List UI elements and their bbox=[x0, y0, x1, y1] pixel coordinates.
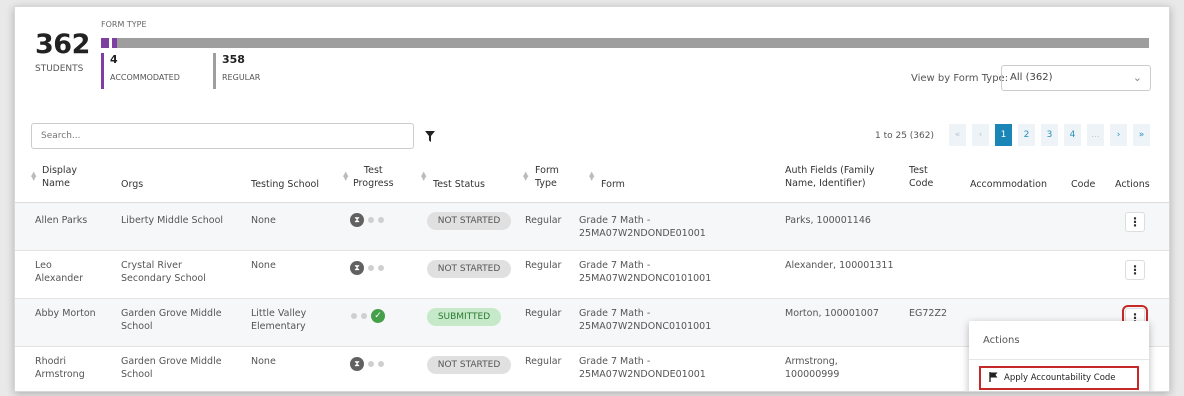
students-card: 362 STUDENTS FORM TYPE 4 ACCOMMODATED 35… bbox=[14, 6, 1170, 392]
cell-orgs: Liberty Middle School bbox=[121, 215, 224, 226]
col-auth-fields[interactable]: Auth Fields (Family Name, Identifier) bbox=[785, 164, 874, 190]
actions-menu-title: Actions bbox=[983, 335, 1020, 346]
cell-display-name: Allen Parks bbox=[35, 215, 88, 226]
col-actions: Actions bbox=[1115, 179, 1150, 190]
cell-auth-fields: Armstrong, 100000999 bbox=[785, 356, 840, 380]
cell-display-name: Abby Morton bbox=[35, 308, 96, 319]
col-test-code[interactable]: Test Code bbox=[909, 164, 933, 190]
cell-form-type: Regular bbox=[525, 260, 562, 271]
cell-form-type: Regular bbox=[525, 215, 562, 226]
cell-auth-fields: Parks, 100001146 bbox=[785, 215, 871, 226]
form-type-bar bbox=[101, 38, 1149, 48]
cell-testing-school: None bbox=[251, 260, 276, 271]
hourglass-icon: ⧗ bbox=[350, 213, 364, 227]
regular-stat: 358 REGULAR bbox=[213, 53, 260, 89]
progress-dot bbox=[378, 361, 384, 367]
cell-form-type: Regular bbox=[525, 356, 562, 367]
search-input[interactable] bbox=[31, 123, 414, 149]
cell-testing-school: None bbox=[251, 356, 276, 367]
sort-icon[interactable]: ▲ ▼ bbox=[589, 171, 594, 182]
results-range: 1 to 25 (362) bbox=[875, 131, 934, 141]
progress-dot bbox=[378, 265, 384, 271]
hourglass-icon: ⧗ bbox=[350, 357, 364, 371]
col-orgs[interactable]: Orgs bbox=[121, 178, 143, 191]
cell-display-name: Leo Alexander bbox=[35, 260, 84, 284]
cell-testing-school: Little Valley Elementary bbox=[251, 308, 307, 332]
pagination-ellipsis: ... bbox=[1087, 124, 1104, 146]
col-accommodation[interactable]: Accommodation bbox=[970, 178, 1047, 191]
cell-orgs: Garden Grove Middle School bbox=[121, 356, 222, 380]
sort-icon[interactable]: ▲ ▼ bbox=[31, 171, 36, 182]
cell-form: Grade 7 Math -25MA07W2NDONDE01001 bbox=[579, 356, 706, 380]
accommodated-count: 4 bbox=[110, 53, 118, 66]
apply-accountability-code-label: Apply Accountability Code bbox=[1004, 373, 1116, 383]
cell-form: Grade 7 Math -25MA07W2NDONDE01001 bbox=[579, 215, 706, 239]
check-icon: ✓ bbox=[371, 309, 385, 323]
col-testing-school[interactable]: Testing School bbox=[251, 178, 319, 191]
page-button-2[interactable]: 2 bbox=[1018, 124, 1035, 146]
progress-dot bbox=[361, 313, 367, 319]
progress-dot bbox=[368, 217, 374, 223]
filter-icon[interactable] bbox=[415, 123, 445, 149]
pagination: « ‹ 1 2 3 4 ... › » bbox=[949, 124, 1150, 146]
form-type-select-value: All (362) bbox=[1010, 72, 1053, 83]
actions-menu: Actions Apply Accountability Code bbox=[969, 321, 1149, 391]
students-label: STUDENTS bbox=[35, 64, 84, 74]
table-header: ▲ ▼ Display Name Orgs Testing School ▲ ▼ Te… bbox=[15, 153, 1169, 203]
progress-dot bbox=[351, 313, 357, 319]
sort-icon[interactable]: ▲ ▼ bbox=[343, 171, 348, 182]
chevron-down-icon: ⌄ bbox=[1132, 71, 1142, 84]
form-type-label: FORM TYPE bbox=[101, 20, 147, 29]
form-type-bar-divider bbox=[109, 38, 112, 48]
flag-icon bbox=[989, 371, 998, 385]
cell-auth-fields: Morton, 100001007 bbox=[785, 308, 879, 319]
col-display-name[interactable]: Display Name bbox=[42, 164, 77, 190]
first-page-button[interactable]: « bbox=[949, 124, 966, 146]
cell-orgs: Garden Grove Middle School bbox=[121, 308, 222, 332]
table-row[interactable]: Leo Alexander Crystal River Secondary Scho… bbox=[15, 251, 1169, 299]
students-total: 362 bbox=[35, 29, 90, 60]
row-actions-button[interactable]: ⋮ bbox=[1125, 260, 1145, 280]
status-badge: NOT STARTED bbox=[427, 356, 511, 374]
last-page-button[interactable]: » bbox=[1133, 124, 1150, 146]
sort-icon[interactable]: ▲ ▼ bbox=[523, 171, 528, 182]
accommodated-stat: 4 ACCOMMODATED bbox=[101, 53, 180, 89]
cell-test-code: EG72Z2 bbox=[909, 308, 948, 319]
prev-page-button[interactable]: ‹ bbox=[972, 124, 989, 146]
cell-form: Grade 7 Math -25MA07W2NDONC0101001 bbox=[579, 260, 712, 284]
hourglass-icon: ⧗ bbox=[350, 261, 364, 275]
cell-testing-school: None bbox=[251, 215, 276, 226]
page-button-1[interactable]: 1 bbox=[995, 124, 1012, 146]
cell-auth-fields: Alexander, 100001311 bbox=[785, 260, 894, 271]
menu-divider bbox=[969, 359, 1149, 360]
cell-form-type: Regular bbox=[525, 308, 562, 319]
progress-dot bbox=[378, 217, 384, 223]
apply-accountability-code-menu-item[interactable]: Apply Accountability Code bbox=[979, 366, 1139, 390]
progress-dot bbox=[368, 361, 374, 367]
sort-icon[interactable]: ▲ ▼ bbox=[421, 171, 426, 182]
regular-label: REGULAR bbox=[222, 73, 261, 82]
cell-form: Grade 7 Math -25MA07W2NDONC0101001 bbox=[579, 308, 712, 332]
accommodated-label: ACCOMMODATED bbox=[110, 73, 180, 82]
row-actions-button[interactable]: ⋮ bbox=[1125, 212, 1145, 232]
page-button-3[interactable]: 3 bbox=[1041, 124, 1058, 146]
regular-count: 358 bbox=[222, 53, 245, 66]
col-test-status[interactable]: Test Status bbox=[433, 178, 485, 191]
col-test-progress[interactable]: Test Progress bbox=[353, 164, 394, 190]
view-by-label: View by Form Type: bbox=[911, 73, 1009, 84]
col-form-type[interactable]: Form Type bbox=[535, 164, 559, 190]
page-button-4[interactable]: 4 bbox=[1064, 124, 1081, 146]
next-page-button[interactable]: › bbox=[1110, 124, 1127, 146]
cell-orgs: Crystal River Secondary School bbox=[121, 260, 206, 284]
progress-dot bbox=[368, 265, 374, 271]
status-badge: NOT STARTED bbox=[427, 212, 511, 230]
table-row[interactable]: Allen Parks Liberty Middle School None ⧗… bbox=[15, 203, 1169, 251]
form-type-select[interactable]: All (362) ⌄ bbox=[1001, 65, 1151, 91]
status-badge: NOT STARTED bbox=[427, 260, 511, 278]
col-code[interactable]: Code bbox=[1071, 178, 1095, 191]
cell-display-name: Rhodri Armstrong bbox=[35, 356, 85, 380]
col-form[interactable]: Form bbox=[601, 178, 625, 191]
status-badge: SUBMITTED bbox=[427, 308, 501, 326]
